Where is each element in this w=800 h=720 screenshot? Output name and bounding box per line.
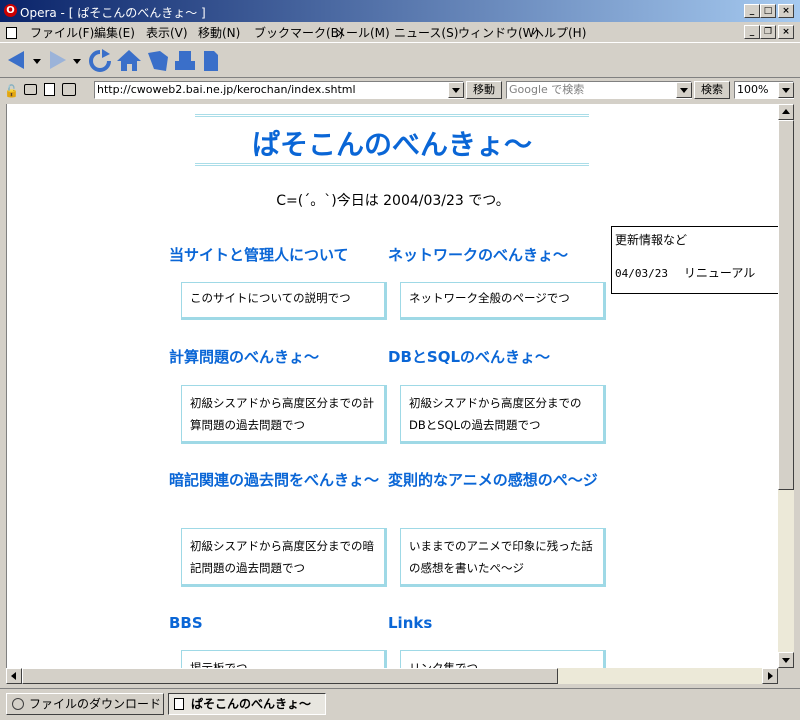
search-engine-dropdown-icon[interactable] (676, 82, 692, 98)
scroll-down-button[interactable] (778, 652, 794, 668)
news-text: リニューアル (683, 266, 756, 280)
menu-edit[interactable]: 編集(E) (94, 24, 135, 41)
scrollbar-corner (778, 668, 794, 684)
scroll-right-button[interactable] (762, 668, 778, 684)
section-desc-anime: いままでのアニメで印象に残った話の感想を書いたぺ～ジ (400, 528, 606, 587)
section-title-about[interactable]: 当サイトと管理人について (169, 246, 387, 265)
page-icon[interactable] (202, 49, 220, 73)
news-date: 04/03/23 (615, 267, 668, 280)
section-desc-memorize: 初級シスアドから高度区分までの暗記問題の過去問題でつ (181, 528, 387, 587)
menu-bar: ファイル(F) 編集(E) 表示(V) 移動(N) ブックマーク(B) メール(… (0, 22, 800, 42)
arrow-right-icon (768, 672, 773, 680)
section-desc-links: リンク集でつ (400, 650, 606, 668)
zoom-dropdown-icon[interactable] (778, 82, 794, 98)
section-title-calc[interactable]: 計算問題のべんきょ～ (169, 348, 387, 367)
download-icon (12, 698, 24, 710)
security-lock-icon[interactable]: 🔓 (4, 84, 19, 98)
title-bar: O Opera - [ ぱそこんのべんきょ～ ] _ □ × (0, 0, 800, 22)
tab-active-page[interactable]: ぱそこんのべんきょ～ (168, 693, 326, 715)
menu-navigate[interactable]: 移動(N) (198, 24, 240, 41)
doc-restore-button[interactable]: ❐ (760, 25, 776, 39)
tab-active-label: ぱそこんのべんきょ～ (191, 697, 312, 711)
print-icon[interactable] (174, 49, 196, 73)
opera-logo-icon: O (4, 4, 17, 17)
section-title-bbs[interactable]: BBS (169, 614, 387, 633)
forward-dropdown-icon[interactable] (72, 49, 82, 71)
menu-window[interactable]: ウィンドウ(W) (458, 24, 539, 41)
banner-top-rule (195, 114, 589, 117)
menu-view[interactable]: 表示(V) (146, 24, 188, 41)
page-info-icon[interactable] (44, 83, 55, 96)
page-tab-icon (174, 698, 184, 710)
go-button[interactable]: 移動 (466, 81, 502, 99)
doc-close-button[interactable]: × (778, 25, 794, 39)
document-icon (6, 27, 17, 39)
section-desc-bbs: 掲示板でつ (181, 650, 387, 668)
vertical-scroll-thumb[interactable] (778, 120, 794, 490)
search-input[interactable]: Google で検索 (506, 81, 692, 99)
section-title-memorize[interactable]: 暗記関連の過去問をべんきょ～ (169, 471, 387, 490)
section-title-dbsql[interactable]: DBとSQLのべんきょ～ (388, 348, 606, 367)
vertical-scrollbar[interactable] (778, 104, 794, 668)
news-box: 更新情報など 04/03/23 リニューアル (611, 226, 778, 294)
print-small-icon[interactable] (62, 83, 76, 96)
close-button[interactable]: × (778, 4, 794, 18)
minimize-button[interactable]: _ (744, 4, 760, 18)
tab-download[interactable]: ファイルのダウンロード (6, 693, 164, 715)
section-title-anime[interactable]: 変則的なアニメの感想のぺ～ジ (388, 471, 606, 490)
doc-minimize-button[interactable]: _ (744, 25, 760, 39)
reload-icon[interactable] (88, 49, 112, 73)
news-entry: 04/03/23 リニューアル (615, 264, 778, 281)
search-button[interactable]: 検索 (694, 81, 730, 99)
section-desc-about: このサイトについての説明でつ (181, 282, 387, 320)
camera-icon[interactable] (24, 84, 37, 95)
forward-icon[interactable] (46, 49, 68, 71)
section-title-network[interactable]: ネットワークのべんきょ～ (388, 246, 606, 265)
address-bar: 🔓 http://cwoweb2.bai.ne.jp/kerochan/inde… (0, 79, 800, 103)
date-line: C=(´。`)今日は 2004/03/23 でつ。 (276, 193, 510, 209)
section-desc-dbsql: 初級シスアドから高度区分までのDBとSQLの過去問題でつ (400, 385, 606, 444)
menu-news[interactable]: ニュース(S) (394, 24, 458, 41)
window-title: Opera - [ ぱそこんのべんきょ～ ] (20, 6, 206, 20)
banner-bottom-rule (195, 163, 589, 166)
navigation-toolbar (0, 42, 800, 78)
address-input[interactable]: http://cwoweb2.bai.ne.jp/kerochan/index.… (94, 81, 464, 99)
news-heading: 更新情報など (615, 233, 688, 247)
menu-file[interactable]: ファイル(F) (30, 24, 94, 41)
horizontal-scroll-thumb[interactable] (22, 668, 558, 684)
page-title: ぱそこんのべんきょ～ (251, 128, 532, 161)
section-desc-network: ネットワーク全般のページでつ (400, 282, 606, 320)
arrow-down-icon (782, 658, 790, 663)
window-tab-bar: ファイルのダウンロード ぱそこんのべんきょ～ (0, 688, 800, 720)
back-dropdown-icon[interactable] (32, 49, 42, 71)
arrow-left-icon (11, 672, 16, 680)
maximize-button[interactable]: □ (760, 4, 776, 18)
horizontal-scrollbar[interactable] (6, 668, 778, 684)
page-banner: ぱそこんのべんきょ～ (195, 114, 589, 166)
menu-mail[interactable]: メール(M) (334, 24, 390, 41)
page-viewport: ぱそこんのべんきょ～ C=(´。`)今日は 2004/03/23 でつ。 当サイ… (6, 104, 778, 668)
address-dropdown-icon[interactable] (448, 82, 464, 98)
tab-download-label: ファイルのダウンロード (29, 697, 162, 711)
menu-help[interactable]: ヘルプ(H) (532, 24, 586, 41)
home-icon[interactable] (116, 49, 142, 73)
arrow-up-icon (782, 109, 790, 114)
hotlist-icon[interactable] (146, 49, 170, 73)
scroll-up-button[interactable] (778, 104, 794, 120)
menu-bookmarks[interactable]: ブックマーク(B) (254, 24, 344, 41)
section-title-links[interactable]: Links (388, 614, 606, 633)
section-desc-calc: 初級シスアドから高度区分までの計算問題の過去問題でつ (181, 385, 387, 444)
scroll-left-button[interactable] (6, 668, 22, 684)
back-icon[interactable] (6, 49, 28, 71)
